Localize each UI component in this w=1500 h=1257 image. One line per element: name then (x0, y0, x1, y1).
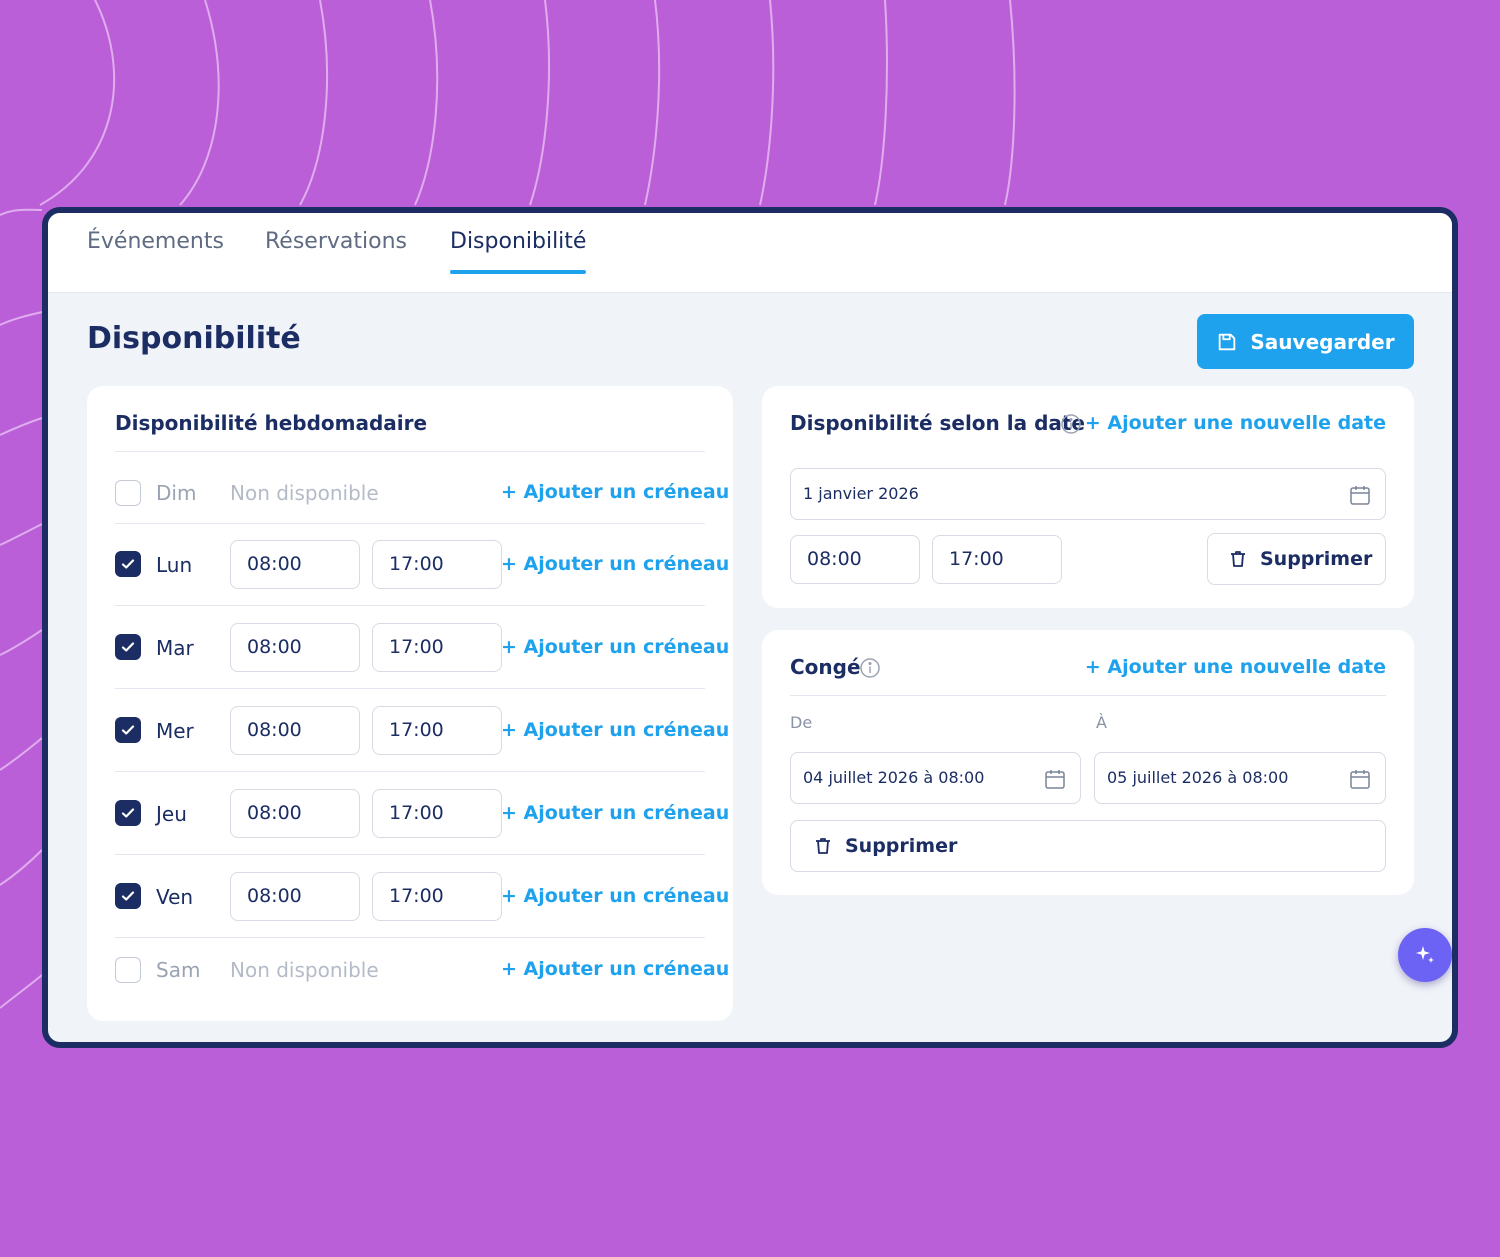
leave-to-input[interactable]: 05 juillet 2026 à 08:00 (1094, 752, 1386, 804)
trash-icon (1231, 551, 1245, 567)
end-time-input-wednesday[interactable]: 17:00 (372, 706, 502, 755)
end-time-input-monday[interactable]: 17:00 (372, 540, 502, 589)
tab-events[interactable]: Événements (87, 229, 224, 274)
add-slot-link-thursday[interactable]: + Ajouter un créneau (501, 802, 729, 824)
add-slot-link-monday[interactable]: + Ajouter un créneau (501, 553, 729, 575)
save-button[interactable]: Sauvegarder (1197, 314, 1414, 369)
page-title: Disponibilité (87, 321, 301, 356)
day-row-thursday: Jeu 08:00 17:00 + Ajouter un créneau (115, 789, 729, 838)
divider (115, 451, 705, 452)
checkmark-icon (121, 891, 135, 901)
delete-leave-button[interactable]: Supprimer (790, 820, 1386, 872)
day-checkbox-wednesday[interactable] (115, 717, 141, 743)
day-checkbox-monday[interactable] (115, 551, 141, 577)
leave-card: Congé + Ajouter une nouvelle date De À 0… (762, 630, 1414, 895)
delete-date-button[interactable]: Supprimer (1207, 533, 1386, 585)
tab-reservations[interactable]: Réservations (265, 229, 407, 274)
day-checkbox-saturday[interactable] (115, 957, 141, 983)
override-start-time-input[interactable]: 08:00 (790, 535, 920, 584)
tab-availability[interactable]: Disponibilité (450, 229, 587, 274)
leave-title: Congé (790, 655, 861, 679)
sparkle-icon (1416, 946, 1434, 963)
checkmark-icon (121, 808, 135, 818)
from-label: De (790, 713, 813, 732)
info-icon[interactable] (1060, 413, 1082, 435)
to-label: À (1096, 713, 1107, 732)
calendar-icon (1350, 770, 1370, 789)
divider (115, 854, 705, 855)
day-label: Sam (156, 958, 201, 982)
day-label: Dim (156, 481, 197, 505)
day-label: Mar (156, 636, 194, 660)
tab-bar: Événements Réservations Disponibilité (48, 213, 1452, 293)
start-time-input-monday[interactable]: 08:00 (230, 540, 360, 589)
add-slot-link-tuesday[interactable]: + Ajouter un créneau (501, 636, 729, 658)
add-slot-link-wednesday[interactable]: + Ajouter un créneau (501, 719, 729, 741)
unavailable-text: Non disponible (230, 958, 379, 982)
checkmark-icon (121, 642, 135, 652)
trash-icon (816, 838, 830, 854)
divider (790, 695, 1386, 696)
end-time-input-tuesday[interactable]: 17:00 (372, 623, 502, 672)
delete-label: Supprimer (1260, 548, 1373, 570)
leave-from-value: 04 juillet 2026 à 08:00 (803, 768, 985, 787)
end-time-input-thursday[interactable]: 17:00 (372, 789, 502, 838)
divider (115, 937, 705, 938)
add-slot-link-saturday[interactable]: + Ajouter un créneau (501, 958, 729, 980)
ai-assistant-button[interactable] (1398, 928, 1452, 982)
app-window: Événements Réservations Disponibilité Di… (42, 207, 1458, 1048)
calendar-icon (1350, 486, 1370, 505)
add-new-leave-date-link[interactable]: + Ajouter une nouvelle date (1085, 656, 1386, 678)
weekly-availability-card: Disponibilité hebdomadaire Dim Non dispo… (87, 386, 733, 1021)
start-time-input-friday[interactable]: 08:00 (230, 872, 360, 921)
start-time-input-thursday[interactable]: 08:00 (230, 789, 360, 838)
save-icon (1219, 333, 1236, 350)
unavailable-text: Non disponible (230, 481, 379, 505)
day-row-saturday: Sam Non disponible + Ajouter un créneau (115, 955, 729, 985)
add-slot-link-friday[interactable]: + Ajouter un créneau (501, 885, 729, 907)
date-availability-title: Disponibilité selon la date (790, 411, 1085, 435)
start-time-input-wednesday[interactable]: 08:00 (230, 706, 360, 755)
checkmark-icon (121, 725, 135, 735)
day-checkbox-friday[interactable] (115, 883, 141, 909)
delete-label: Supprimer (845, 835, 958, 857)
weekly-availability-title: Disponibilité hebdomadaire (115, 411, 428, 435)
day-row-sunday: Dim Non disponible + Ajouter un créneau (115, 478, 729, 508)
day-label: Jeu (156, 802, 187, 826)
info-icon[interactable] (859, 657, 881, 679)
add-new-date-link[interactable]: + Ajouter une nouvelle date (1085, 412, 1386, 434)
day-label: Lun (156, 553, 193, 577)
day-checkbox-tuesday[interactable] (115, 634, 141, 660)
date-availability-card: Disponibilité selon la date + Ajouter un… (762, 386, 1414, 608)
calendar-icon (1045, 770, 1065, 789)
override-end-time-input[interactable]: 17:00 (932, 535, 1062, 584)
day-checkbox-thursday[interactable] (115, 800, 141, 826)
date-value: 1 janvier 2026 (803, 484, 919, 503)
divider (115, 523, 705, 524)
date-picker-input[interactable]: 1 janvier 2026 (790, 468, 1386, 520)
day-row-tuesday: Mar 08:00 17:00 + Ajouter un créneau (115, 623, 729, 672)
day-label: Ven (156, 885, 194, 909)
add-slot-link-sunday[interactable]: + Ajouter un créneau (501, 481, 729, 503)
day-label: Mer (156, 719, 194, 743)
day-row-friday: Ven 08:00 17:00 + Ajouter un créneau (115, 872, 729, 921)
start-time-input-tuesday[interactable]: 08:00 (230, 623, 360, 672)
save-button-label: Sauvegarder (1250, 329, 1395, 354)
divider (115, 771, 705, 772)
day-row-wednesday: Mer 08:00 17:00 + Ajouter un créneau (115, 706, 729, 755)
divider (115, 605, 705, 606)
leave-from-input[interactable]: 04 juillet 2026 à 08:00 (790, 752, 1081, 804)
leave-to-value: 05 juillet 2026 à 08:00 (1107, 768, 1289, 787)
day-checkbox-sunday[interactable] (115, 480, 141, 506)
end-time-input-friday[interactable]: 17:00 (372, 872, 502, 921)
divider (115, 688, 705, 689)
day-row-monday: Lun 08:00 17:00 + Ajouter un créneau (115, 540, 729, 589)
checkmark-icon (121, 559, 135, 569)
